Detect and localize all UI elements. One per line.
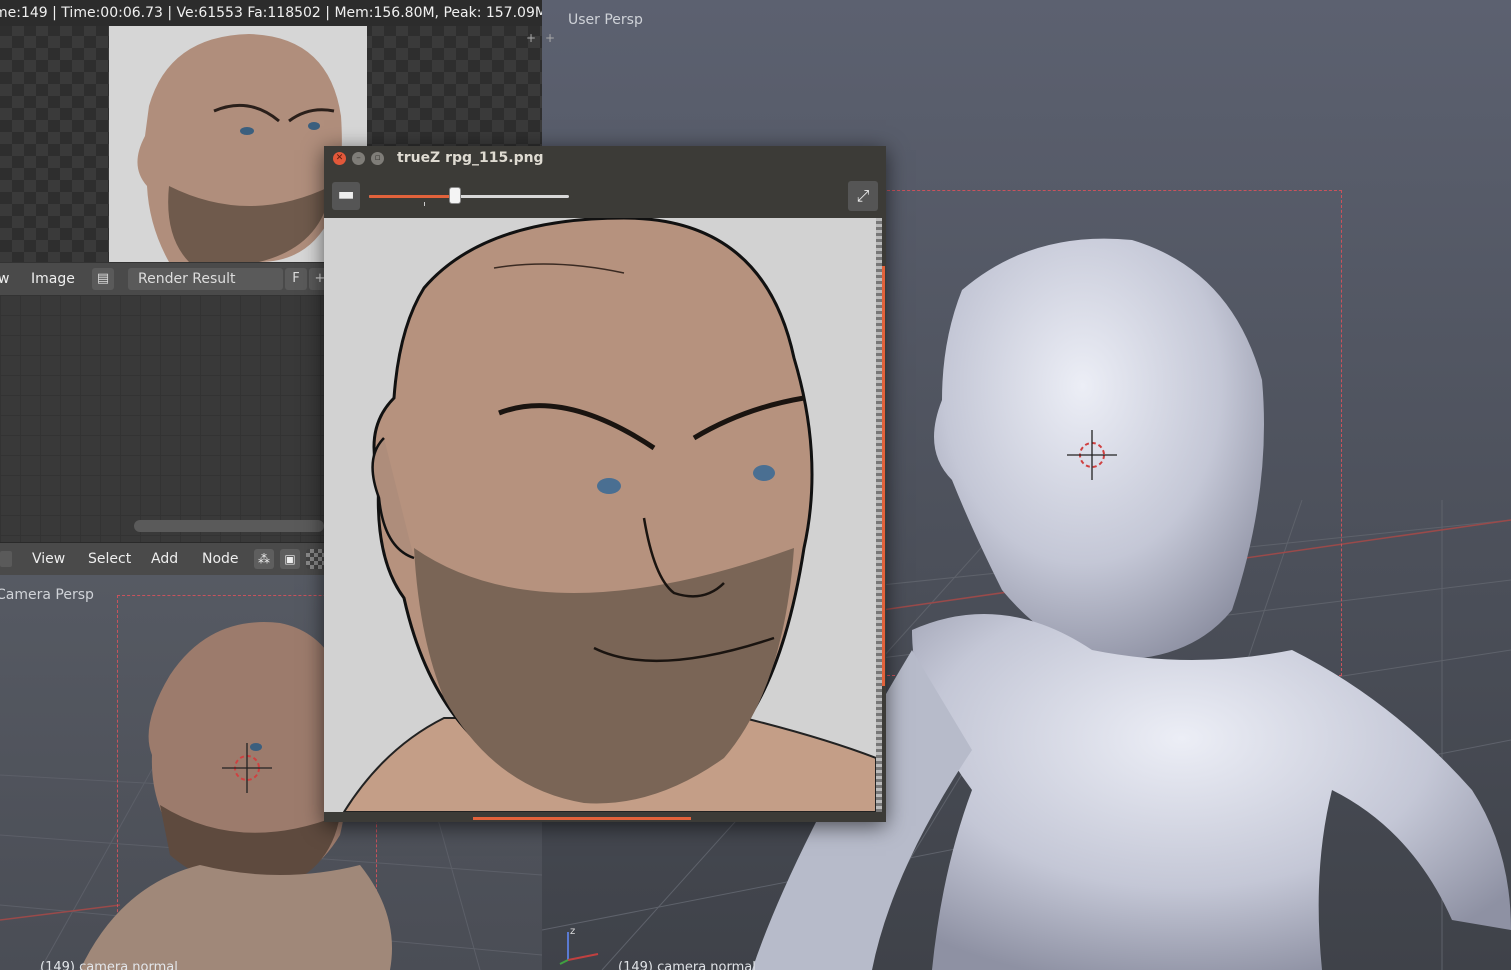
image-icon[interactable]: ▤ <box>92 268 114 290</box>
zoom-slider-tick <box>424 202 425 206</box>
image-canvas[interactable] <box>324 218 876 812</box>
menu-view[interactable]: View <box>32 543 65 575</box>
compositing-nodes-icon[interactable]: ▣ <box>280 549 300 569</box>
zoom-out-icon[interactable]: ▬ <box>332 182 360 210</box>
camera-viewport-label: Camera Persp <box>0 587 94 603</box>
menu-select[interactable]: Select <box>88 543 131 575</box>
menu-view-partial[interactable]: w <box>0 263 9 295</box>
vertical-scrollbar[interactable] <box>882 266 885 686</box>
render-stats-text: me:149 | Time:00:06.73 | Ve:61553 Fa:118… <box>0 5 542 21</box>
image-viewer-window: ✕ – ▫ trueZ rpg_115.png ▬ ⤢ <box>324 146 886 822</box>
fake-user-button[interactable]: F <box>285 268 307 290</box>
3d-cursor <box>1067 430 1117 480</box>
zoom-slider-fill <box>369 195 455 198</box>
texture-nodes-icon[interactable] <box>306 549 326 569</box>
image-name-field[interactable]: Render Result <box>128 268 283 290</box>
menu-add[interactable]: Add <box>151 543 178 575</box>
menu-image[interactable]: Image <box>31 263 75 295</box>
horizontal-scrollbar[interactable] <box>473 817 691 820</box>
fullscreen-icon[interactable]: ⤢ <box>848 181 878 211</box>
zoom-slider-knob[interactable] <box>449 187 461 204</box>
camera-viewport-status: (149) camera normal <box>40 960 178 970</box>
viewer-toolbar: ▬ ⤢ <box>324 172 886 218</box>
maximize-icon[interactable]: ▫ <box>371 152 384 165</box>
shader-nodes-icon[interactable]: ⁂ <box>254 549 274 569</box>
split-area-button-right[interactable]: + <box>544 32 556 44</box>
window-titlebar[interactable]: ✕ – ▫ trueZ rpg_115.png <box>324 146 886 172</box>
node-editor-scrollbar[interactable] <box>134 520 324 532</box>
render-stats-bar: me:149 | Time:00:06.73 | Ve:61553 Fa:118… <box>0 0 542 26</box>
svg-text:z: z <box>570 926 575 937</box>
menu-node[interactable]: Node <box>202 543 239 575</box>
camera-3d-cursor <box>222 743 272 793</box>
viewport-status: (149) camera normal <box>618 960 756 970</box>
face-artwork-image <box>324 218 876 812</box>
close-icon[interactable]: ✕ <box>333 152 346 165</box>
minimize-icon[interactable]: – <box>352 152 365 165</box>
window-title: trueZ rpg_115.png <box>397 150 544 166</box>
editor-type-icon[interactable] <box>0 551 12 567</box>
split-area-button[interactable]: + <box>525 32 537 44</box>
axis-gizmo: z <box>559 926 599 965</box>
